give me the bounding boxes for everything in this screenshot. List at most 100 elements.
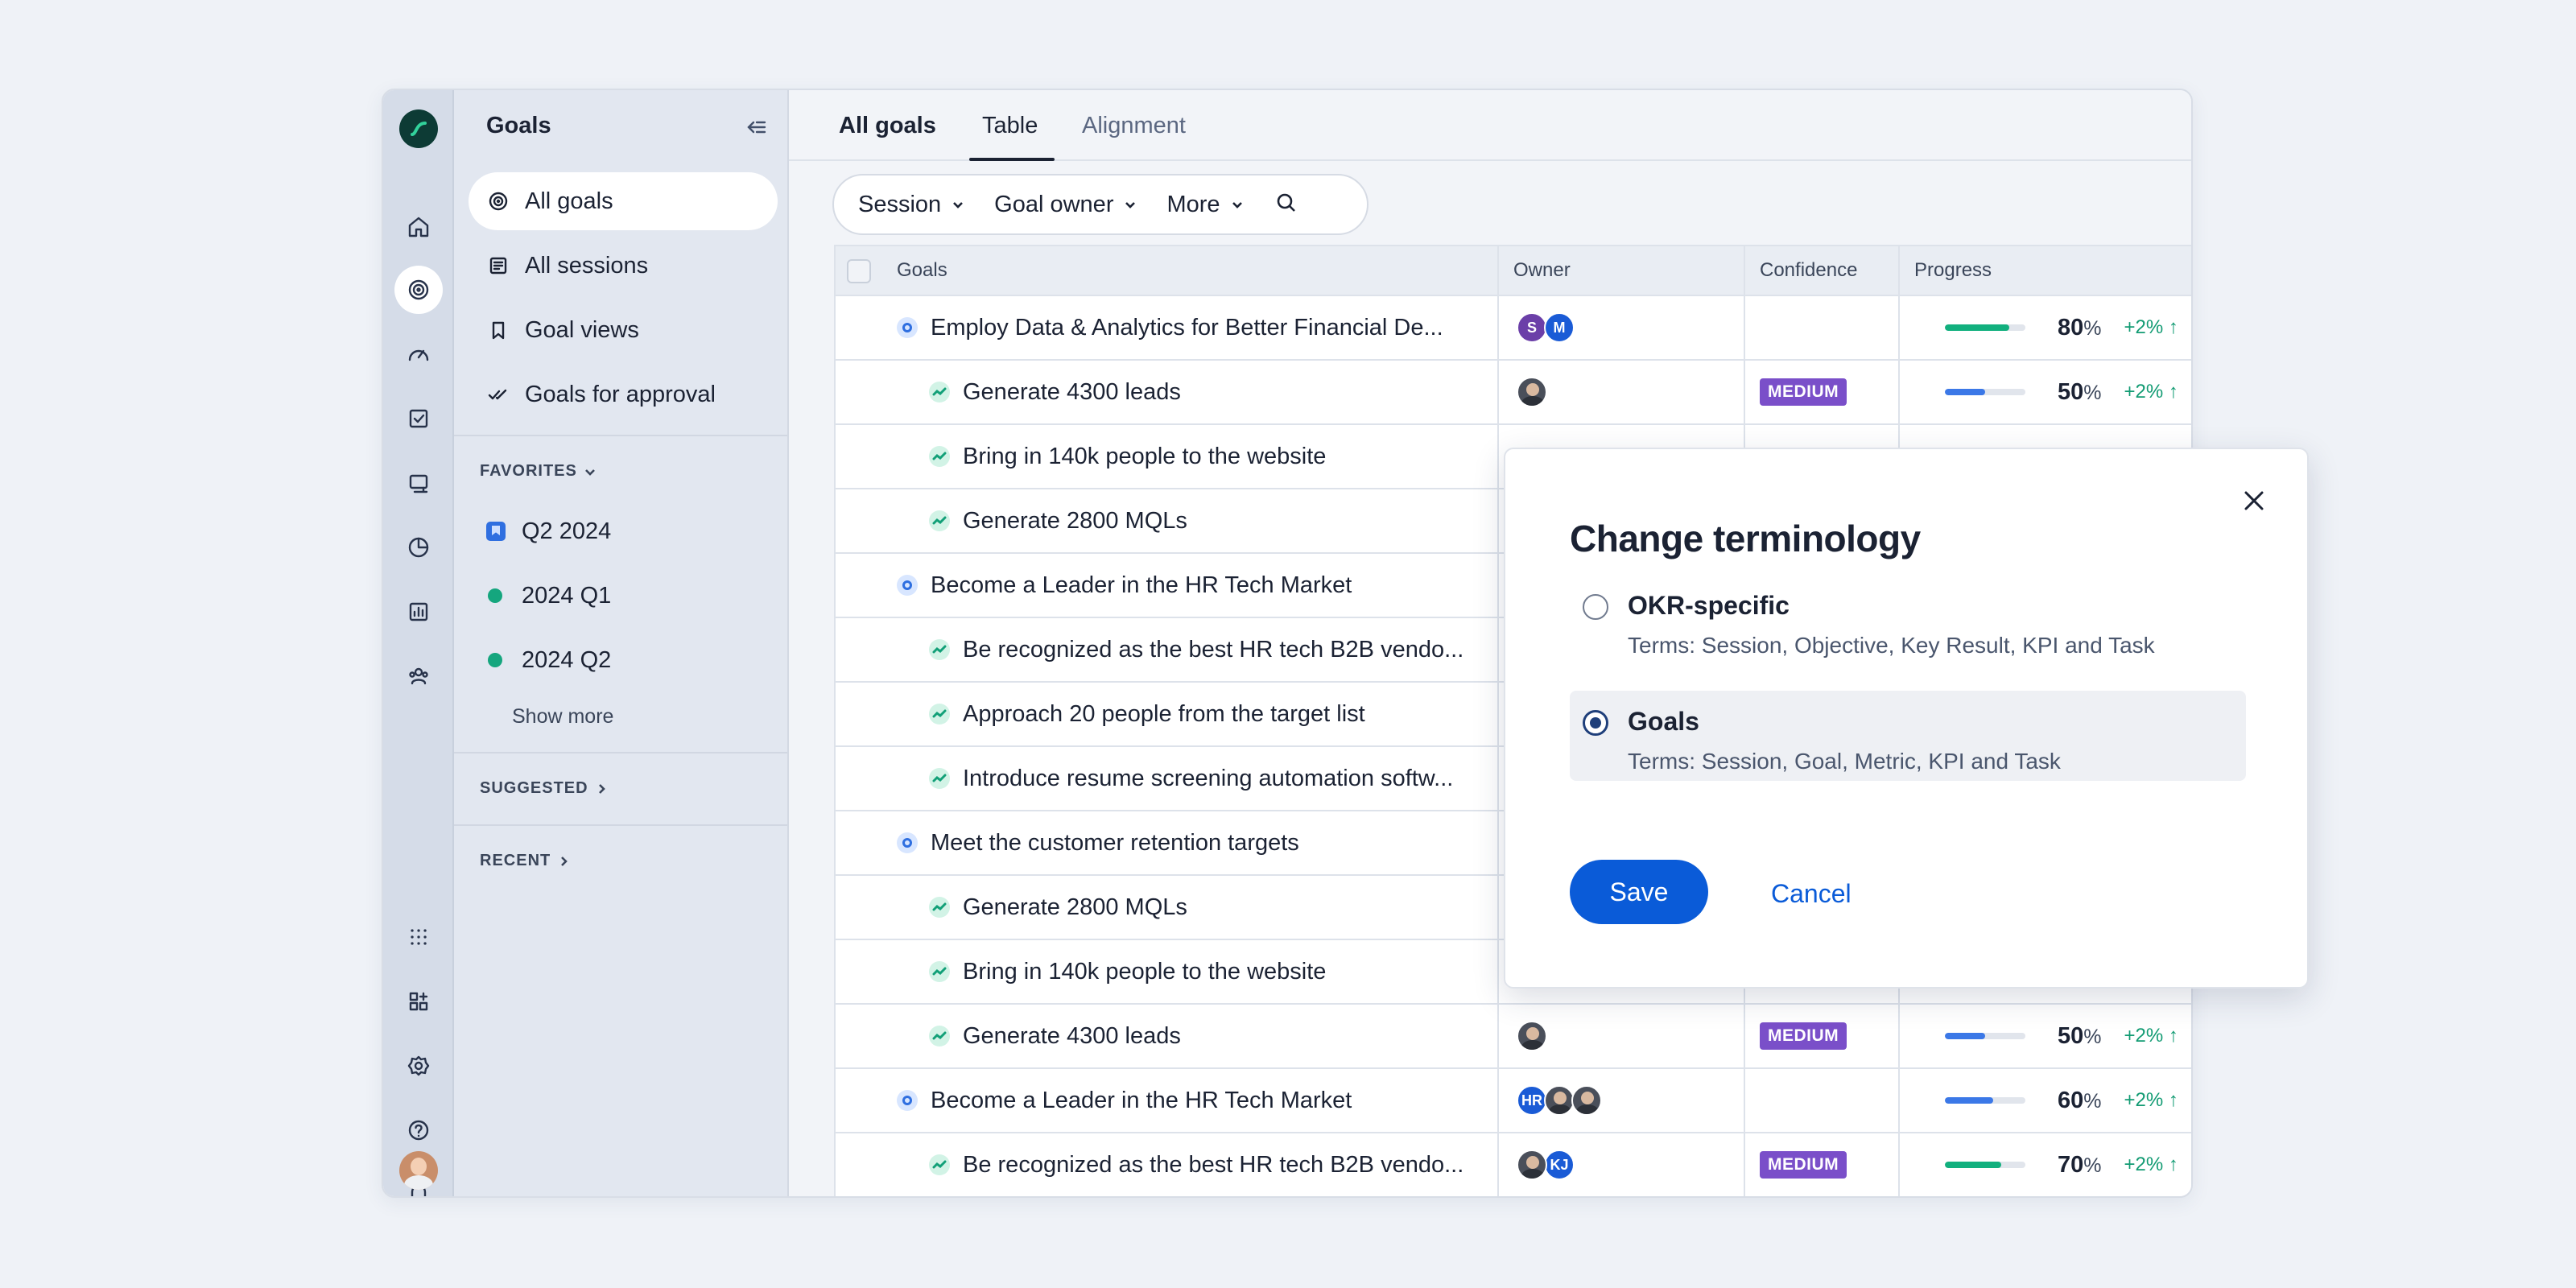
owner-avatar[interactable] bbox=[1517, 1150, 1547, 1180]
favorites-header[interactable]: FAVORITES bbox=[480, 462, 598, 481]
goal-name[interactable]: Generate 2800 MQLs bbox=[963, 894, 1187, 921]
sidebar-item-label: All sessions bbox=[525, 252, 649, 279]
objective-icon bbox=[897, 832, 918, 853]
tab-alignment[interactable]: Alignment bbox=[1082, 113, 1186, 139]
progress-fill bbox=[1945, 1033, 1985, 1039]
progress-bar bbox=[1945, 1162, 2025, 1168]
column-separator bbox=[1744, 1133, 1745, 1196]
goal-owner-filter[interactable]: Goal owner bbox=[994, 192, 1139, 218]
goal-name[interactable]: Become a Leader in the HR Tech Market bbox=[931, 1088, 1352, 1114]
apps-grid-icon[interactable] bbox=[394, 913, 443, 961]
search-icon[interactable] bbox=[1274, 190, 1299, 220]
radio-button[interactable] bbox=[1583, 594, 1608, 620]
goal-cell: Be recognized as the best HR tech B2B ve… bbox=[929, 1133, 1463, 1196]
goal-name[interactable]: Meet the customer retention targets bbox=[931, 830, 1299, 857]
column-separator bbox=[1898, 361, 1900, 423]
show-more-link[interactable]: Show more bbox=[512, 705, 613, 729]
sidebar-item-goals-for-approval[interactable]: Goals for approval bbox=[469, 365, 778, 423]
recent-header[interactable]: RECENT bbox=[480, 852, 572, 870]
favorite-item-q2-2024[interactable]: Q2 2024 bbox=[486, 515, 611, 547]
session-filter[interactable]: Session bbox=[858, 192, 967, 218]
owner-avatar[interactable]: KJ bbox=[1544, 1150, 1575, 1180]
owner-avatar[interactable] bbox=[1517, 377, 1547, 407]
goal-name[interactable]: Employ Data & Analytics for Better Finan… bbox=[931, 315, 1443, 341]
goal-name[interactable]: Be recognized as the best HR tech B2B ve… bbox=[963, 1152, 1463, 1179]
column-header-progress[interactable]: Progress bbox=[1914, 246, 1992, 295]
column-separator bbox=[1744, 1005, 1745, 1067]
percent-sign: % bbox=[2083, 1025, 2102, 1048]
table-row[interactable]: Generate 4300 leads MEDIUM 50% +2% ↑ bbox=[834, 361, 2191, 425]
save-button[interactable]: Save bbox=[1570, 860, 1708, 924]
column-separator bbox=[1497, 747, 1499, 810]
pie-chart-icon[interactable] bbox=[394, 523, 443, 572]
owner-avatar[interactable]: S bbox=[1517, 312, 1547, 343]
owner-avatar[interactable] bbox=[1517, 1021, 1547, 1051]
sidebar-item-all-sessions[interactable]: All sessions bbox=[469, 237, 778, 295]
favorite-item-2024-q2[interactable]: 2024 Q2 bbox=[486, 644, 611, 676]
confidence-badge[interactable]: MEDIUM bbox=[1760, 1151, 1847, 1179]
goal-name[interactable]: Become a Leader in the HR Tech Market bbox=[931, 572, 1352, 599]
more-filter[interactable]: More bbox=[1166, 192, 1245, 218]
tab-all-goals[interactable]: All goals bbox=[839, 113, 936, 139]
radio-button-selected[interactable] bbox=[1583, 710, 1608, 736]
sidebar-item-all-goals[interactable]: All goals bbox=[469, 172, 778, 230]
option-okr-specific[interactable]: OKR-specific Terms: Session, Objective, … bbox=[1570, 575, 2246, 665]
suggested-header[interactable]: SUGGESTED bbox=[480, 779, 609, 798]
column-separator bbox=[1497, 940, 1499, 1003]
cancel-button[interactable]: Cancel bbox=[1771, 879, 1852, 909]
owner-avatar[interactable]: M bbox=[1544, 312, 1575, 343]
column-header-confidence[interactable]: Confidence bbox=[1760, 246, 1857, 295]
goal-name[interactable]: Bring in 140k people to the website bbox=[963, 444, 1326, 470]
logo-icon[interactable] bbox=[399, 109, 438, 148]
divider bbox=[454, 752, 787, 753]
table-row[interactable]: Employ Data & Analytics for Better Finan… bbox=[834, 296, 2191, 361]
checkbox-icon[interactable] bbox=[394, 394, 443, 443]
owner-avatar[interactable] bbox=[1571, 1085, 1602, 1116]
progress-value: 60 bbox=[2058, 1087, 2084, 1113]
goal-name[interactable]: Generate 2800 MQLs bbox=[963, 508, 1187, 535]
home-icon[interactable] bbox=[394, 203, 443, 251]
user-avatar[interactable] bbox=[399, 1151, 438, 1190]
select-all-checkbox[interactable] bbox=[847, 259, 871, 283]
goal-name[interactable]: Be recognized as the best HR tech B2B ve… bbox=[963, 637, 1463, 663]
table-row[interactable]: Become a Leader in the HR Tech Market HR 6… bbox=[834, 1069, 2191, 1133]
chevron-right-icon bbox=[561, 856, 568, 866]
column-header-goals[interactable]: Goals bbox=[897, 246, 947, 295]
collapse-sidebar-icon[interactable] bbox=[744, 114, 770, 140]
help-icon[interactable] bbox=[394, 1106, 443, 1154]
favorite-label: 2024 Q2 bbox=[522, 646, 612, 673]
goal-name[interactable]: Introduce resume screening automation so… bbox=[963, 766, 1453, 792]
goal-cell: Employ Data & Analytics for Better Finan… bbox=[897, 296, 1443, 359]
confidence-badge[interactable]: MEDIUM bbox=[1760, 1022, 1847, 1050]
goal-name[interactable]: Generate 4300 leads bbox=[963, 379, 1181, 406]
column-header-owner[interactable]: Owner bbox=[1513, 246, 1571, 295]
review-screen-icon[interactable] bbox=[394, 459, 443, 507]
integrations-icon[interactable] bbox=[394, 977, 443, 1026]
owner-avatar[interactable]: HR bbox=[1517, 1085, 1547, 1116]
table-row[interactable]: Generate 4300 leads MEDIUM 50% +2% ↑ bbox=[834, 1005, 2191, 1069]
goal-cell: Meet the customer retention targets bbox=[897, 811, 1299, 874]
confidence-badge[interactable]: MEDIUM bbox=[1760, 378, 1847, 406]
progress-cell: 50% +2% ↑ bbox=[1945, 361, 2178, 423]
option-goals[interactable]: Goals Terms: Session, Goal, Metric, KPI … bbox=[1570, 691, 2246, 781]
table-row[interactable]: Be recognized as the best HR tech B2B ve… bbox=[834, 1133, 2191, 1196]
settings-gear-icon[interactable] bbox=[394, 1042, 443, 1090]
tab-table[interactable]: Table bbox=[982, 113, 1038, 139]
status-dot-icon bbox=[488, 653, 502, 667]
sidebar-item-goal-views[interactable]: Goal views bbox=[469, 301, 778, 359]
people-icon[interactable] bbox=[394, 652, 443, 700]
gauge-icon[interactable] bbox=[394, 330, 443, 378]
confidence-cell: MEDIUM bbox=[1760, 1133, 1847, 1196]
goal-name[interactable]: Generate 4300 leads bbox=[963, 1023, 1181, 1050]
goal-name[interactable]: Bring in 140k people to the website bbox=[963, 959, 1326, 985]
column-separator bbox=[1497, 296, 1499, 359]
goal-name[interactable]: Approach 20 people from the target list bbox=[963, 701, 1365, 728]
goals-target-icon[interactable] bbox=[394, 266, 443, 314]
bar-chart-icon[interactable] bbox=[394, 588, 443, 636]
progress-cell: 60% +2% ↑ bbox=[1945, 1069, 2178, 1132]
owner-avatar[interactable] bbox=[1544, 1085, 1575, 1116]
delta-value: +2% bbox=[2124, 381, 2164, 402]
progress-fill bbox=[1945, 389, 1985, 395]
close-icon[interactable] bbox=[2240, 486, 2268, 515]
favorite-item-2024-q1[interactable]: 2024 Q1 bbox=[486, 580, 611, 612]
